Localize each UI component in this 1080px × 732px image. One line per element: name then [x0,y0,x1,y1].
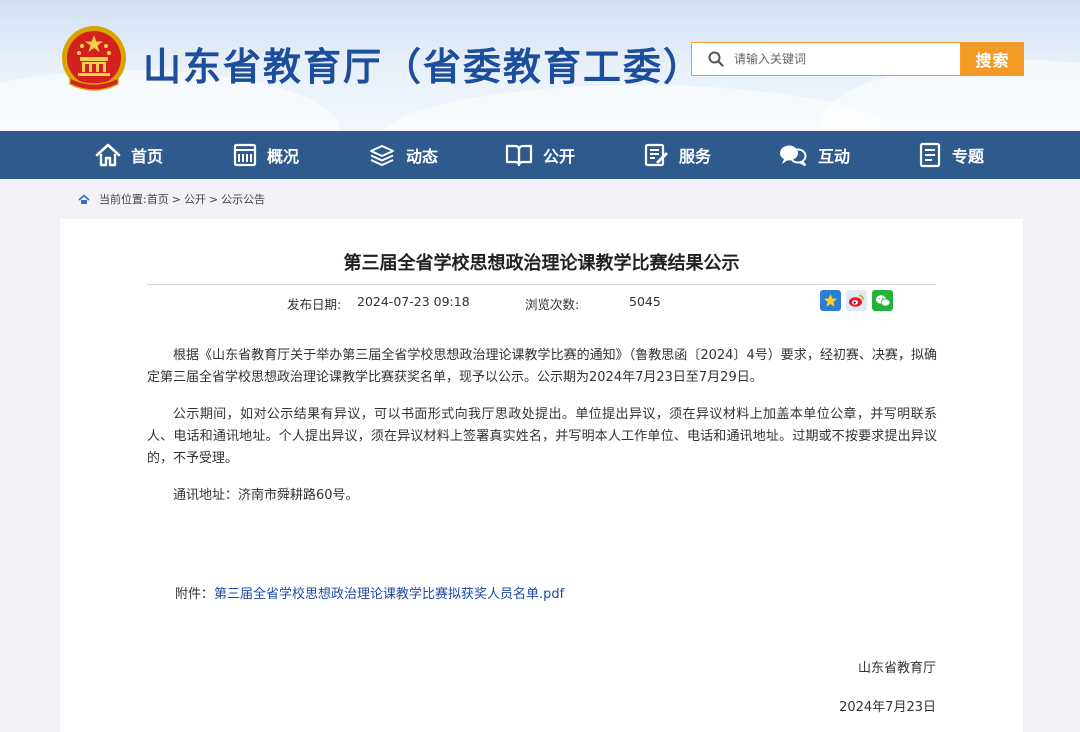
nav-item-service[interactable]: 服务 [609,131,746,179]
search-box [691,42,961,76]
article-paragraph: 通讯地址：济南市舜耕路60号。 [173,488,359,503]
topic-icon [919,142,941,168]
nav-item-label: 公开 [542,147,575,166]
nav-item-news[interactable]: 动态 [335,131,472,179]
nav-item-label: 动态 [405,147,438,166]
wechat-icon [875,294,890,306]
article-title: 第三届全省学校思想政治理论课教学比赛结果公示 [343,253,740,274]
overview-icon [233,143,257,167]
nav-item-open[interactable]: 公开 [472,131,609,179]
publish-date: 2024-07-23 09:18 [357,294,470,309]
nav-item-overview[interactable]: 概况 [198,131,335,179]
nav-item-label: 互动 [817,147,850,166]
attachment-label: 附件： [175,587,215,602]
signature-organization: 山东省教育厅 [857,661,936,676]
attachment: 附件：第三届全省学校思想政治理论课教学比赛拟获奖人员名单.pdf [175,583,564,602]
site-header: 山东省教育厅（省委教育工委） 搜索 [0,0,1080,131]
article-paragraph: 根据《山东省教育厅关于举办第三届全省学校思想政治理论课教学比赛的通知》（鲁教思函… [147,348,937,385]
book-icon [505,144,533,167]
location-home-icon [78,193,90,204]
search-button[interactable]: 搜索 [961,42,1024,76]
nav-item-interact[interactable]: 互动 [746,131,883,179]
search-input[interactable] [732,51,936,67]
breadcrumb: 当前位置: 首页 > 公开 > 公示公告 [78,191,265,207]
nav-item-label: 概况 [266,147,299,166]
view-count: 5045 [629,294,661,309]
chat-icon [779,145,807,166]
breadcrumb-item-notice[interactable]: 公示公告 [221,191,265,207]
nav-item-topic[interactable]: 专题 [883,131,1020,179]
breadcrumb-separator: > [171,192,181,206]
breadcrumb-item-home[interactable]: 首页 [147,191,169,207]
news-icon [369,145,394,166]
share-weibo-button[interactable] [846,290,867,311]
share-wechat-button[interactable] [872,290,893,311]
article-panel: 第三届全省学校思想政治理论课教学比赛结果公示 发布日期: 2024-07-23 … [60,219,1023,732]
qzone-icon [824,294,837,307]
article-paragraph: 公示期间，如对公示结果有异议，可以书面形式向我厅思政处提出。单位提出异议，须在异… [147,407,937,466]
breadcrumb-item-open[interactable]: 公开 [184,191,206,207]
publish-date-label: 发布日期: [287,297,342,312]
home-icon [95,143,121,167]
view-count-label: 浏览次数: [525,297,580,312]
attachment-link[interactable]: 第三届全省学校思想政治理论课教学比赛拟获奖人员名单.pdf [214,587,564,602]
breadcrumb-prefix: 当前位置: [99,193,147,206]
main-nav: 首页 概况 动态 公开 服务 互动 专题 [0,131,1080,179]
nav-item-label: 专题 [951,147,984,166]
nav-item-label: 服务 [678,147,711,166]
breadcrumb-separator: > [208,192,219,206]
national-emblem-icon [62,26,126,91]
search-icon [708,51,724,67]
title-divider [147,284,936,285]
weibo-icon [849,294,864,307]
site-title: 山东省教育厅（省委教育工委） [143,45,704,89]
nav-item-home[interactable]: 首页 [61,131,198,179]
signature-date: 2024年7月23日 [839,700,936,715]
nav-item-label: 首页 [130,147,163,166]
service-icon [644,143,668,167]
share-qzone-button[interactable] [820,290,841,311]
